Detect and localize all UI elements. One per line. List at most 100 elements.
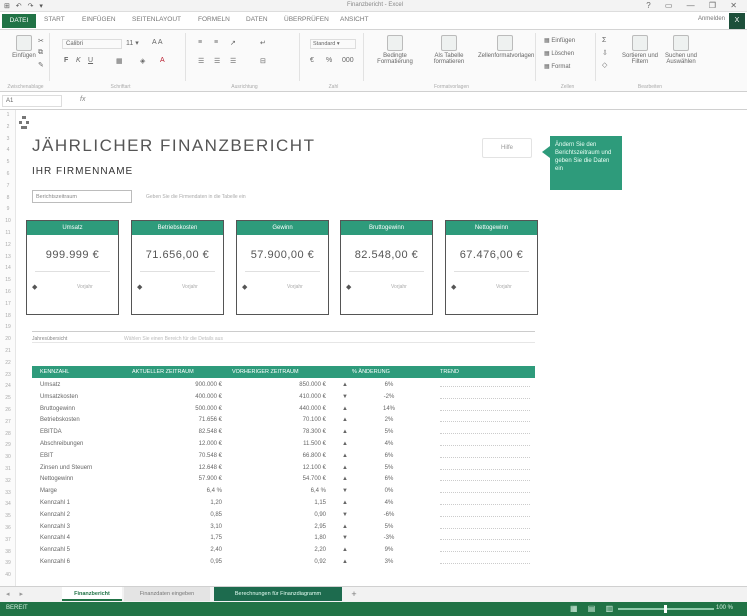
thousands-icon[interactable]: 000 (342, 57, 354, 64)
align-left-icon[interactable]: ☰ (198, 57, 204, 65)
format-as-table-button[interactable]: Als Tabelle formatieren (424, 35, 474, 65)
table-row[interactable]: EBIT 70.548 € 66.800 € ▲ 6% (32, 451, 535, 462)
sheet-tab-data-entry[interactable]: Finanzdaten eingeben (124, 587, 210, 601)
tab-data[interactable]: DATEN (246, 16, 268, 23)
clear-icon[interactable]: ◇ (602, 61, 607, 69)
row-number[interactable]: 29 (0, 442, 16, 448)
conditional-formatting-button[interactable]: Bedingte Formatierung (370, 35, 420, 65)
window-controls[interactable]: ? ▭ — ❐ ✕ (646, 1, 743, 10)
tab-home[interactable]: START (44, 16, 65, 23)
function-icon[interactable]: fx (80, 96, 85, 103)
table-row[interactable]: Zinsen und Steuern 12.648 € 12.100 € ▲ 5% (32, 463, 535, 474)
cut-icon[interactable]: ✂ (38, 37, 44, 45)
table-row[interactable]: Kennzahl 1 1,20 1,15 ▲ 4% (32, 498, 535, 509)
row-number[interactable]: 21 (0, 348, 16, 354)
row-number[interactable]: 4 (0, 147, 16, 153)
row-number[interactable]: 31 (0, 466, 16, 472)
name-box[interactable]: A1 (2, 95, 62, 107)
underline-icon[interactable]: U (88, 57, 93, 64)
row-number[interactable]: 25 (0, 395, 16, 401)
insert-cells-button[interactable]: ▦ Einfügen (544, 37, 575, 44)
quick-access-toolbar[interactable]: ⊞ ↶ ↷ ▾ (4, 2, 45, 10)
table-row[interactable]: EBITDA 82.548 € 78.300 € ▲ 5% (32, 427, 535, 438)
row-number[interactable]: 1 (0, 112, 16, 118)
grow-font-icon[interactable]: A A (152, 39, 163, 46)
row-number[interactable]: 16 (0, 289, 16, 295)
row-number[interactable]: 34 (0, 501, 16, 507)
row-number[interactable]: 7 (0, 183, 16, 189)
row-number[interactable]: 39 (0, 560, 16, 566)
sign-in-link[interactable]: Anmelden (698, 16, 725, 22)
header-trend[interactable]: TREND (440, 369, 459, 375)
row-number[interactable]: 26 (0, 407, 16, 413)
sort-filter-button[interactable]: Sortieren und Filtern (620, 35, 660, 65)
table-row[interactable]: Umsatzkosten 400.000 € 410.000 € ▼ -2% (32, 392, 535, 403)
row-number[interactable]: 40 (0, 572, 16, 578)
table-row[interactable]: Kennzahl 5 2,40 2,20 ▲ 9% (32, 545, 535, 556)
table-row[interactable]: Kennzahl 6 0,95 0,92 ▲ 3% (32, 557, 535, 568)
table-row[interactable]: Betriebskosten 71.656 € 70.100 € ▲ 2% (32, 415, 535, 426)
format-cells-button[interactable]: ▦ Format (544, 63, 570, 70)
table-row[interactable]: Umsatz 900.000 € 850.000 € ▲ 6% (32, 380, 535, 391)
row-number[interactable]: 3 (0, 136, 16, 142)
row-number[interactable]: 19 (0, 324, 16, 330)
currency-icon[interactable]: € (310, 57, 314, 64)
align-top-icon[interactable]: ≡ (198, 39, 202, 46)
row-number[interactable]: 35 (0, 513, 16, 519)
add-sheet-button[interactable]: + (348, 587, 360, 601)
tab-file[interactable]: DATEI (2, 14, 36, 28)
sheet-tab-calculations[interactable]: Berechnungen für Finanzdiagramm (214, 587, 342, 601)
table-row[interactable]: Kennzahl 3 3,10 2,95 ▲ 5% (32, 522, 535, 533)
font-name-select[interactable]: Calibri (62, 39, 122, 49)
cell-styles-button[interactable]: Zellenformatvorlagen (478, 35, 534, 59)
wrap-text-icon[interactable]: ↵ (260, 39, 266, 47)
zoom-level[interactable]: 100 % (716, 605, 733, 611)
autosum-icon[interactable]: Σ (602, 37, 606, 44)
tab-review[interactable]: ÜBERPRÜFEN (284, 16, 329, 23)
row-number[interactable]: 32 (0, 478, 16, 484)
table-row[interactable]: Marge 6,4 % 6,4 % ▼ 0% (32, 486, 535, 497)
table-row[interactable]: Abschreibungen 12.000 € 11.500 € ▲ 4% (32, 439, 535, 450)
format-painter-icon[interactable]: ✎ (38, 61, 44, 69)
row-number[interactable]: 6 (0, 171, 16, 177)
tab-view[interactable]: ANSICHT (340, 16, 369, 23)
copy-icon[interactable]: ⧉ (38, 49, 43, 57)
tab-insert[interactable]: EINFÜGEN (82, 16, 116, 23)
row-number[interactable]: 15 (0, 277, 16, 283)
row-number[interactable]: 2 (0, 124, 16, 130)
kpi-card[interactable]: Bruttogewinn 82.548,00 € ◆ Vorjahr (340, 220, 433, 315)
header-change[interactable]: % ÄNDERUNG (352, 369, 390, 375)
orientation-icon[interactable]: ↗ (230, 39, 236, 47)
number-format-select[interactable]: Standard ▾ (310, 39, 356, 49)
header-current[interactable]: AKTUELLER ZEITRAUM (132, 369, 194, 375)
row-number[interactable]: 22 (0, 360, 16, 366)
find-select-button[interactable]: Suchen und Auswählen (662, 35, 700, 65)
fill-color-icon[interactable]: ◈ (140, 57, 145, 65)
paste-button[interactable]: Einfügen (10, 35, 38, 59)
merge-icon[interactable]: ⊟ (260, 57, 266, 65)
table-row[interactable]: Bruttogewinn 500.000 € 440.000 € ▲ 14% (32, 404, 535, 415)
row-number[interactable]: 13 (0, 254, 16, 260)
help-button[interactable]: Hilfe (482, 138, 532, 158)
header-previous[interactable]: VORHERIGER ZEITRAUM (232, 369, 299, 375)
row-number[interactable]: 28 (0, 431, 16, 437)
worksheet[interactable]: 1 2 3 4 5 6 7 8 9 10 11 12 13 14 15 16 17 18 19 20 21 22 23 24 2… (0, 110, 747, 586)
italic-icon[interactable]: K (76, 57, 81, 64)
report-period-field[interactable]: Berichtszeitraum (32, 190, 132, 203)
tab-page-layout[interactable]: SEITENLAYOUT (132, 16, 181, 23)
row-number[interactable]: 24 (0, 383, 16, 389)
row-number[interactable]: 30 (0, 454, 16, 460)
borders-icon[interactable]: ▦ (116, 57, 123, 65)
bold-icon[interactable]: F (64, 57, 68, 64)
font-size-select[interactable]: 11 ▾ (126, 39, 139, 47)
sheet-nav-arrows[interactable]: ◂ ▸ (6, 590, 27, 598)
row-number[interactable]: 8 (0, 195, 16, 201)
table-row[interactable]: Kennzahl 2 0,85 0,90 ▼ -6% (32, 510, 535, 521)
align-middle-icon[interactable]: ≡ (214, 39, 218, 46)
user-badge[interactable]: X (729, 13, 745, 29)
kpi-card[interactable]: Betriebskosten 71.656,00 € ◆ Vorjahr (131, 220, 224, 315)
row-number[interactable]: 12 (0, 242, 16, 248)
header-metric[interactable]: KENNZAHL (40, 369, 69, 375)
row-number[interactable]: 18 (0, 313, 16, 319)
row-number[interactable]: 23 (0, 372, 16, 378)
